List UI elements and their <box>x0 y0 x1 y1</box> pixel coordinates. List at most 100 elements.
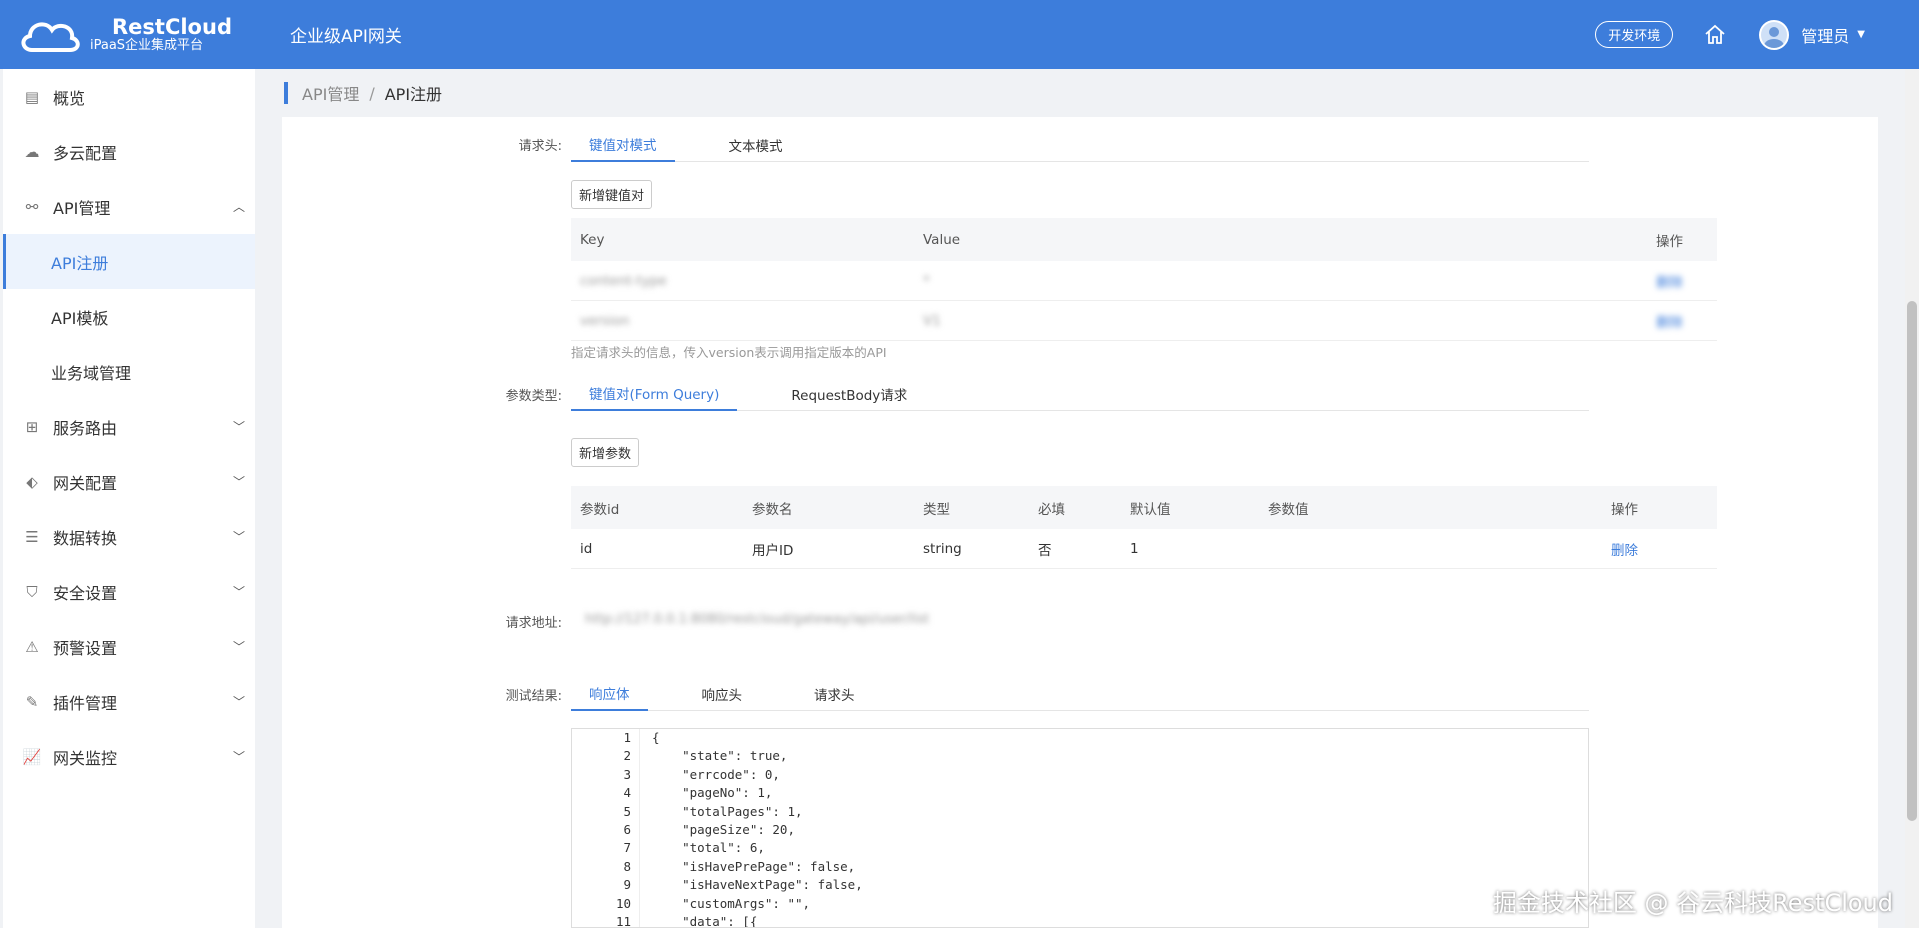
code-line: "isHaveNextPage": false, <box>652 877 863 893</box>
param-type: string <box>923 540 962 557</box>
param-id: id <box>580 540 593 557</box>
sidebar-item-monitoring[interactable]: 📈 网关监控 ﹀ <box>3 729 255 784</box>
chevron-down-icon[interactable]: ▼ <box>1857 29 1865 40</box>
code-line: "totalPages": 1, <box>652 803 803 819</box>
env-badge[interactable]: 开发环境 <box>1595 21 1674 48</box>
sidebar-item-overview[interactable]: ▤ 概览 <box>3 69 255 124</box>
page-scrollbar[interactable] <box>1905 69 1919 928</box>
sidebar-item-api-template[interactable]: API模板 <box>3 289 255 344</box>
request-headers-tabs: 键值对模式 文本模式 <box>571 128 1589 162</box>
cloud-logo-icon <box>21 21 80 52</box>
sidebar-item-multicloud[interactable]: ☁ 多云配置 <box>3 124 255 179</box>
tab-request-headers[interactable]: 请求头 <box>796 677 873 711</box>
chart-icon: 📈 <box>22 747 42 766</box>
shield-icon: ⛉ <box>26 582 38 601</box>
sidebar-item-data-transform[interactable]: ☰ 数据转换 ﹀ <box>3 509 255 564</box>
sidebar-item-label: 服务路由 <box>53 418 118 438</box>
grid-icon: ⊞ <box>25 417 39 436</box>
tab-text-mode[interactable]: 文本模式 <box>711 128 801 162</box>
chevron-down-icon: ﹀ <box>232 750 245 764</box>
warning-icon: ⚠ <box>25 637 39 656</box>
delete-link[interactable]: 删除 <box>1656 271 1683 291</box>
table-row: content-type * 删除 <box>571 261 1717 301</box>
code-line: "state": true, <box>652 748 788 764</box>
sidebar-item-api-register[interactable]: API注册 <box>3 234 255 289</box>
request-url-label: 请求地址: <box>505 616 562 631</box>
code-content: { "state": true, "errcode": 0, "pageNo":… <box>652 729 863 927</box>
line-number: 2 <box>623 748 631 764</box>
table-row: version V1 删除 <box>571 301 1717 341</box>
tab-key-value-mode[interactable]: 键值对模式 <box>571 128 675 162</box>
overview-icon: ▤ <box>24 87 40 106</box>
code-line: "errcode": 0, <box>652 766 780 782</box>
tab-request-body[interactable]: RequestBody请求 <box>773 377 925 411</box>
sidebar-item-label: 多云配置 <box>53 143 118 163</box>
sidebar-item-alerts[interactable]: ⚠ 预警设置 ﹀ <box>3 619 255 674</box>
test-result-tabs: 响应体 响应头 请求头 <box>571 677 1589 711</box>
tab-response-body[interactable]: 响应体 <box>571 677 648 711</box>
sidebar: ▤ 概览 ☁ 多云配置 ⚯ API管理 ︿ API注册 API模板 业务域管理 … <box>3 69 255 928</box>
breadcrumb-parent[interactable]: API管理 <box>302 81 359 105</box>
param-name: 用户ID <box>752 542 794 559</box>
sidebar-item-label: 网关监控 <box>53 748 118 768</box>
column-value: Value <box>923 231 961 248</box>
param-type-tabs: 键值对(Form Query) RequestBody请求 <box>571 377 1589 411</box>
sidebar-item-label: API管理 <box>53 198 111 218</box>
request-headers-hint: 指定请求头的信息，传入version表示调用指定版本的API <box>571 345 887 360</box>
tab-form-query[interactable]: 键值对(Form Query) <box>571 377 738 411</box>
table-header: 参数id 参数名 类型 必填 默认值 参数值 操作 <box>571 486 1717 529</box>
sidebar-item-business-domain[interactable]: 业务域管理 <box>3 344 255 399</box>
test-result-label: 测试结果: <box>505 689 562 704</box>
request-url-value[interactable]: http://127.0.0.1:8080/restcloud/gateway/… <box>585 612 929 627</box>
header-value: * <box>923 272 930 289</box>
params-table: 参数id 参数名 类型 必填 默认值 参数值 操作 id 用户ID string… <box>571 486 1717 569</box>
delete-link[interactable]: 删除 <box>1656 311 1683 331</box>
api-link-icon: ⚯ <box>25 197 39 216</box>
minimize-icon[interactable] <box>1572 728 1588 729</box>
chevron-down-icon: ﹀ <box>232 475 245 489</box>
sidebar-item-gateway-config[interactable]: ⬖ 网关配置 ﹀ <box>3 454 255 509</box>
sidebar-item-label: 插件管理 <box>53 693 118 713</box>
column-type: 类型 <box>923 501 950 518</box>
avatar[interactable] <box>1759 19 1790 50</box>
response-code-editor[interactable]: 1 2 3 4 5 6 7 8 9 10 11 { "state": true,… <box>571 728 1589 928</box>
code-line: "total": 6, <box>652 840 765 856</box>
cloud-icon: ☁ <box>24 142 40 161</box>
table-row: id 用户ID string 否 1 删除 <box>571 529 1717 569</box>
line-number: 11 <box>615 913 631 928</box>
line-number-gutter: 1 2 3 4 5 6 7 8 9 10 11 <box>572 729 640 928</box>
sidebar-item-security[interactable]: ⛉ 安全设置 ﹀ <box>3 564 255 619</box>
header-value: V1 <box>923 312 941 329</box>
brand-logo[interactable]: RestCloud iPaaS企业集成平台 <box>18 12 268 58</box>
brand-subtitle: iPaaS企业集成平台 <box>90 38 204 54</box>
sidebar-item-api-management[interactable]: ⚯ API管理 ︿ <box>3 179 255 234</box>
sidebar-item-label: 概览 <box>53 88 86 108</box>
scrollbar-thumb[interactable] <box>1907 301 1917 821</box>
sidebar-item-plugins[interactable]: ✎ 插件管理 ﹀ <box>3 674 255 729</box>
param-default: 1 <box>1130 540 1139 557</box>
code-line: "isHavePrePage": false, <box>652 858 856 874</box>
add-param-button[interactable]: 新增参数 <box>571 438 640 467</box>
add-key-value-button[interactable]: 新增键值对 <box>571 180 653 209</box>
delete-link[interactable]: 删除 <box>1611 539 1638 559</box>
column-op: 操作 <box>1656 233 1683 250</box>
column-op: 操作 <box>1611 501 1638 518</box>
line-number: 5 <box>623 803 631 819</box>
user-name[interactable]: 管理员 <box>1801 23 1849 47</box>
code-line: "pageSize": 20, <box>652 821 795 837</box>
sidebar-item-label: 安全设置 <box>53 583 118 603</box>
data-icon: ☰ <box>25 527 39 546</box>
line-number: 7 <box>623 840 631 856</box>
line-number: 9 <box>623 877 631 893</box>
line-number: 10 <box>615 895 631 911</box>
line-number: 3 <box>623 766 631 782</box>
breadcrumb: API管理 / API注册 <box>284 82 442 104</box>
tab-response-headers[interactable]: 响应头 <box>684 677 761 711</box>
header-key: version <box>580 312 630 329</box>
edit-icon: ✎ <box>25 692 39 711</box>
column-param-name: 参数名 <box>752 501 793 518</box>
sidebar-item-service-routing[interactable]: ⊞ 服务路由 ﹀ <box>3 399 255 454</box>
home-icon[interactable] <box>1703 23 1727 47</box>
top-header: RestCloud iPaaS企业集成平台 企业级API网关 开发环境 管理员 … <box>0 0 1919 69</box>
line-number: 8 <box>623 858 631 874</box>
